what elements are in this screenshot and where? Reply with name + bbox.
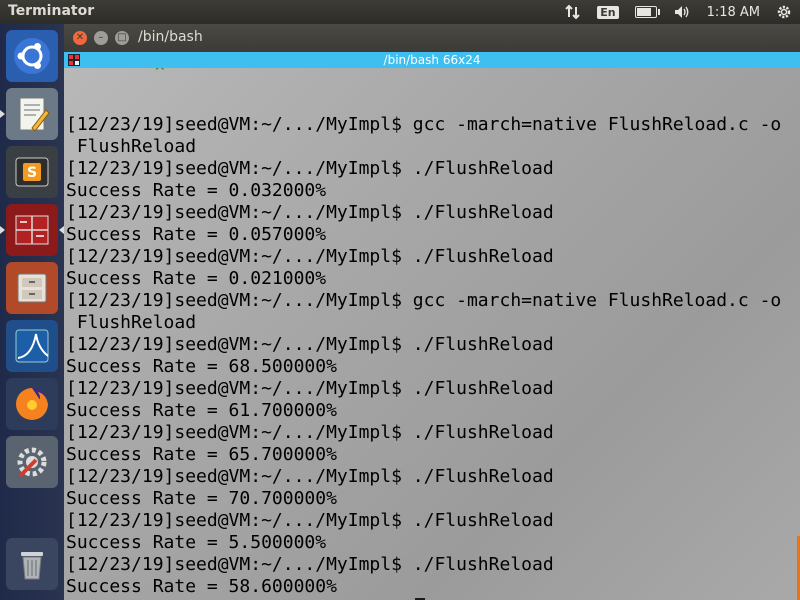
network-updown-icon[interactable]	[565, 4, 581, 20]
scroll-caret-icon: ^	[154, 68, 166, 80]
trash-icon[interactable]	[6, 538, 58, 590]
minimize-button[interactable]: –	[94, 31, 108, 45]
terminal-header-title: /bin/bash 66x24	[383, 53, 481, 67]
minimize-icon: –	[98, 32, 104, 43]
terminal-line: FlushReload	[66, 136, 197, 157]
system-settings-icon[interactable]	[6, 436, 58, 488]
terminal-line: Success Rate = 58.600000%	[66, 576, 337, 597]
terminal-line: Success Rate = 68.500000%	[66, 356, 337, 377]
ubuntu-logo-icon[interactable]	[6, 30, 58, 82]
terminal-line: Success Rate = 0.032000%	[66, 180, 327, 201]
terminal-line: [12/23/19]seed@VM:~/.../MyImpl$ ./FlushR…	[66, 554, 554, 575]
terminal-line: [12/23/19]seed@VM:~/.../MyImpl$ gcc -mar…	[66, 290, 782, 311]
terminal-line: Success Rate = 61.700000%	[66, 400, 337, 421]
gear-icon[interactable]	[776, 4, 792, 20]
terminal-line: [12/23/19]seed@VM:~/.../MyImpl$ ./FlushR…	[66, 466, 554, 487]
terminal-window: ✕ – □ /bin/bash /bin/bash 66x24 ^ [12/23…	[64, 24, 800, 600]
terminal-line: Success Rate = 5.500000%	[66, 532, 327, 553]
terminal-line: [12/23/19]seed@VM:~/.../MyImpl$ ./FlushR…	[66, 334, 554, 355]
terminal-line: [12/23/19]seed@VM:~/.../MyImpl$ ./FlushR…	[66, 378, 554, 399]
terminal-line: [12/23/19]seed@VM:~/.../MyImpl$ ./FlushR…	[66, 202, 554, 223]
terminal-output[interactable]: ^ [12/23/19]seed@VM:~/.../MyImpl$ gcc -m…	[64, 68, 800, 600]
terminal-line: [12/23/19]seed@VM:~/.../MyImpl$ ./FlushR…	[66, 510, 554, 531]
top-panel: Terminator En 1:18 AM	[0, 0, 800, 24]
file-manager-icon[interactable]	[6, 262, 58, 314]
firefox-icon[interactable]	[6, 378, 58, 430]
close-icon: ✕	[75, 32, 85, 43]
terminal-line: Success Rate = 70.700000%	[66, 488, 337, 509]
launcher: S	[0, 24, 64, 600]
keyboard-layout-indicator[interactable]: En	[597, 5, 619, 19]
close-button[interactable]: ✕	[73, 31, 87, 45]
text-editor-icon[interactable]	[0, 88, 58, 140]
maximize-button[interactable]: □	[115, 31, 129, 45]
clock[interactable]: 1:18 AM	[707, 5, 760, 20]
wireshark-icon[interactable]	[6, 320, 58, 372]
terminator-icon[interactable]	[0, 204, 64, 256]
keyboard-layout-label: En	[597, 5, 619, 19]
sublime-text-icon[interactable]: S	[6, 146, 58, 198]
terminal-line: [12/23/19]seed@VM:~/.../MyImpl$ ./FlushR…	[66, 158, 554, 179]
terminal-lines: [12/23/19]seed@VM:~/.../MyImpl$ gcc -mar…	[66, 114, 781, 600]
terminal-line: Success Rate = 0.021000%	[66, 268, 327, 289]
window-titlebar[interactable]: ✕ – □ /bin/bash	[64, 24, 800, 52]
terminal-line: [12/23/19]seed@VM:~/.../MyImpl$ gcc -mar…	[66, 114, 782, 135]
terminal-line: [12/23/19]seed@VM:~/.../MyImpl$ ./FlushR…	[66, 246, 554, 267]
terminal-header: /bin/bash 66x24	[64, 52, 800, 68]
volume-icon[interactable]	[673, 4, 691, 20]
system-tray: En 1:18 AM	[557, 0, 800, 24]
terminal-line: FlushReload	[66, 312, 197, 333]
app-title: Terminator	[8, 3, 95, 19]
terminal-line: Success Rate = 65.700000%	[66, 444, 337, 465]
svg-text:S: S	[27, 165, 37, 181]
battery-icon[interactable]	[634, 6, 660, 18]
terminal-line: [12/23/19]seed@VM:~/.../MyImpl$ ./FlushR…	[66, 422, 554, 443]
window-title: /bin/bash	[138, 29, 203, 45]
terminal-line: Success Rate = 0.057000%	[66, 224, 327, 245]
maximize-icon: □	[117, 32, 127, 43]
